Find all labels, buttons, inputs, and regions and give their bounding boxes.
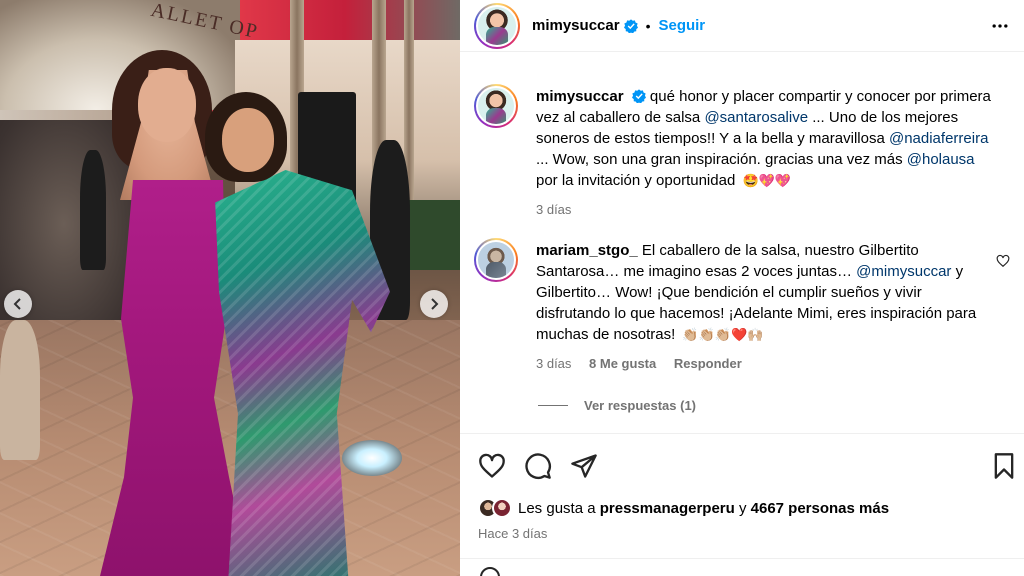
liker-avatar[interactable] (492, 498, 512, 518)
mention-link[interactable]: @nadiaferreira (889, 130, 988, 147)
commenter-avatar[interactable] (474, 238, 518, 282)
comment-time[interactable]: 3 días (536, 356, 571, 371)
photo-bystander (80, 150, 106, 270)
comment-emojis: 👏🏼👏🏼👏🏼❤️🙌🏼 (682, 327, 764, 342)
post-header: mimysuccar • Seguir (460, 0, 1024, 52)
chevron-left-icon (13, 298, 21, 310)
likes-conj: y (738, 499, 747, 517)
bookmark-icon[interactable] (990, 452, 1018, 480)
caption-time[interactable]: 3 días (536, 202, 571, 217)
likes-prefix: Les gusta a (518, 499, 596, 517)
caption-emojis: 🤩💖💖 (742, 173, 792, 188)
send-icon[interactable] (570, 452, 598, 480)
comment-likes-count[interactable]: 8 Me gusta (589, 356, 656, 371)
post-time[interactable]: Hace 3 días (478, 526, 547, 541)
caption-text: por la invitación y oportunidad (536, 172, 736, 189)
caption: mimysuccar qué honor y placer compartir … (474, 84, 1014, 217)
photo-bystander (0, 320, 40, 460)
next-photo-button[interactable] (420, 290, 448, 318)
photo-woman-right-face (222, 108, 274, 172)
header-separator: • (645, 17, 651, 34)
post-side-panel: mimysuccar • Seguir mimysuccar qué honor… (460, 0, 1024, 576)
post-photo[interactable]: ALLET OP (0, 0, 460, 576)
photo-ground-light (342, 440, 402, 476)
comments-section: mimysuccar qué honor y placer compartir … (460, 52, 1024, 432)
comment-body: mariam_stgo_ El caballero de la salsa, n… (536, 240, 994, 374)
mention-link[interactable]: @mimysuccar (856, 263, 951, 280)
view-replies-button[interactable]: Ver respuestas (1) (538, 398, 696, 413)
view-replies-line (538, 405, 568, 406)
likes-summary: Les gusta a pressmanagerperu y 4667 pers… (478, 498, 889, 518)
post-actions: Les gusta a pressmanagerperu y 4667 pers… (460, 433, 1024, 576)
photo-woman-left-face (138, 68, 196, 142)
heart-icon[interactable] (478, 452, 506, 480)
author-username[interactable]: mimysuccar (532, 17, 620, 34)
follow-button[interactable]: Seguir (658, 17, 705, 34)
reply-button[interactable]: Responder (674, 356, 742, 371)
comment-icon[interactable] (524, 452, 552, 480)
liker-username[interactable]: pressmanagerperu (600, 500, 735, 517)
verified-badge-icon (623, 18, 638, 33)
likes-text: Les gusta a pressmanagerperu y 4667 pers… (518, 500, 889, 517)
caption-username[interactable]: mimysuccar (536, 88, 624, 105)
comment-like-icon[interactable] (996, 254, 1010, 268)
verified-badge-icon (631, 89, 646, 103)
comment-meta: 3 días 8 Me gusta Responder (536, 353, 994, 374)
emoji-icon[interactable] (480, 567, 500, 576)
chevron-right-icon (431, 298, 439, 310)
caption-body: mimysuccar qué honor y placer compartir … (536, 86, 994, 220)
view-replies-label: Ver respuestas (1) (584, 398, 697, 413)
caption-meta: 3 días (536, 199, 994, 220)
author-avatar[interactable] (474, 2, 520, 49)
caption-author-avatar[interactable] (474, 84, 518, 128)
add-comment-bar (460, 558, 1024, 576)
mention-link[interactable]: @holausa (907, 151, 975, 168)
likes-others[interactable]: 4667 personas más (751, 500, 889, 517)
caption-text: ... Wow, son una gran inspiración. graci… (536, 151, 903, 168)
comment-username[interactable]: mariam_stgo_ (536, 242, 638, 259)
mention-link[interactable]: @santarosalive (704, 109, 808, 126)
prev-photo-button[interactable] (4, 290, 32, 318)
comment-item: mariam_stgo_ El caballero de la salsa, n… (474, 238, 1014, 371)
more-horizontal-icon[interactable] (990, 16, 1010, 36)
